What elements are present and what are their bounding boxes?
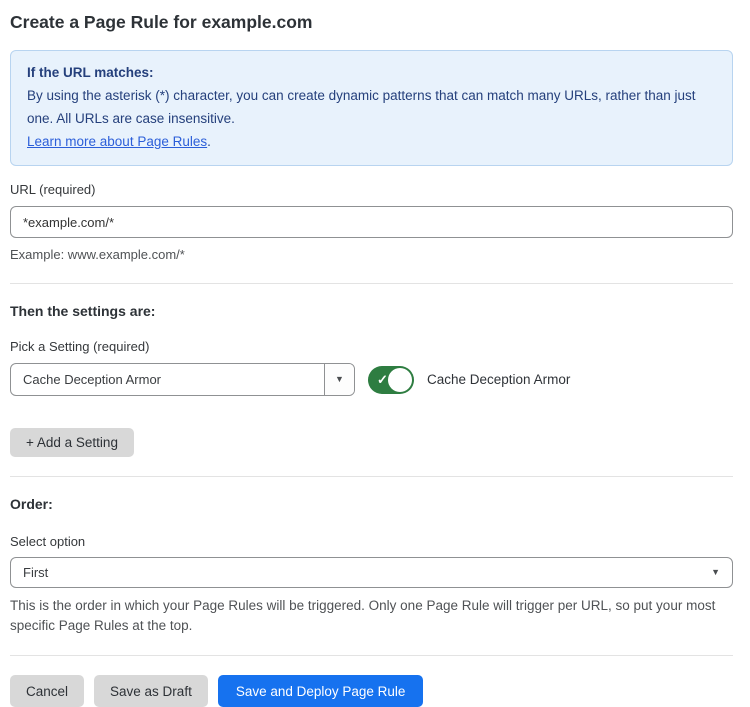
divider: [10, 655, 733, 656]
url-match-info-box: If the URL matches: By using the asteris…: [10, 50, 733, 166]
setting-dropdown-arrow-button[interactable]: ▼: [324, 364, 354, 395]
url-example-helper: Example: www.example.com/*: [10, 245, 733, 264]
order-select-value: First: [23, 565, 48, 580]
url-field-label: URL (required): [10, 182, 733, 197]
add-setting-button[interactable]: + Add a Setting: [10, 428, 134, 457]
settings-section-heading: Then the settings are:: [10, 303, 733, 319]
chevron-down-icon: ▼: [711, 568, 720, 577]
save-and-deploy-button[interactable]: Save and Deploy Page Rule: [218, 675, 424, 707]
setting-row: Cache Deception Armor ▼ ✓ Cache Deceptio…: [10, 363, 733, 396]
footer-actions: Cancel Save as Draft Save and Deploy Pag…: [10, 675, 733, 707]
cancel-button[interactable]: Cancel: [10, 675, 84, 707]
toggle-knob: [388, 368, 412, 392]
divider: [10, 476, 733, 477]
page-title: Create a Page Rule for example.com: [10, 12, 733, 33]
select-option-label: Select option: [10, 534, 733, 549]
setting-dropdown-value: Cache Deception Armor: [11, 364, 324, 395]
link-period: .: [207, 134, 211, 149]
order-section-heading: Order:: [10, 496, 733, 512]
order-select[interactable]: First ▼: [10, 557, 733, 588]
setting-dropdown[interactable]: Cache Deception Armor ▼: [10, 363, 355, 396]
toggle-label: Cache Deception Armor: [427, 372, 570, 387]
check-icon: ✓: [377, 372, 388, 388]
info-box-link-line: Learn more about Page Rules.: [27, 130, 716, 153]
chevron-down-icon: ▼: [335, 375, 344, 384]
url-input[interactable]: [10, 206, 733, 238]
page-rule-form: Create a Page Rule for example.com If th…: [10, 0, 733, 707]
learn-more-link[interactable]: Learn more about Page Rules: [27, 134, 207, 149]
info-box-body: By using the asterisk (*) character, you…: [27, 84, 716, 130]
divider: [10, 283, 733, 284]
pick-setting-label: Pick a Setting (required): [10, 339, 733, 354]
save-as-draft-button[interactable]: Save as Draft: [94, 675, 208, 707]
cache-deception-armor-toggle[interactable]: ✓: [368, 366, 414, 394]
info-box-heading: If the URL matches:: [27, 61, 716, 84]
order-helper-text: This is the order in which your Page Rul…: [10, 596, 733, 636]
